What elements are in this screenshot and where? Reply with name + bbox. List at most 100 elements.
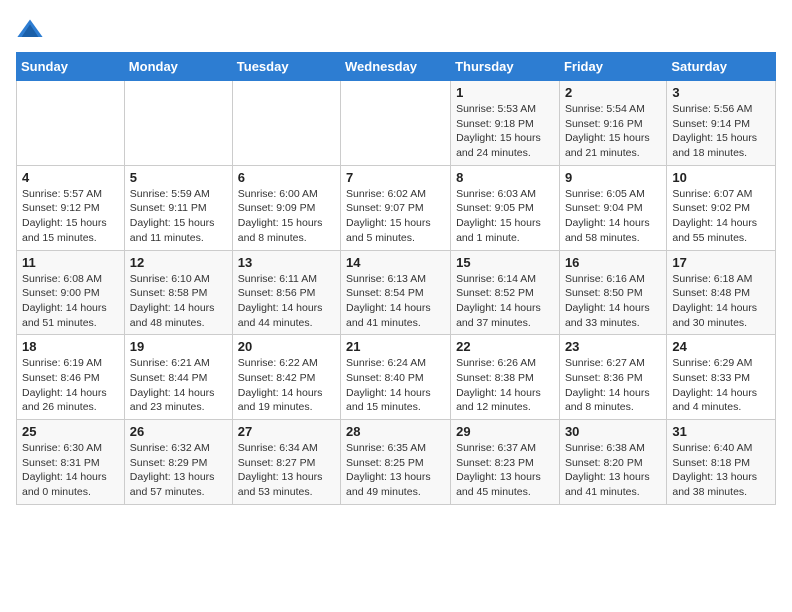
day-info: Sunrise: 6:38 AM Sunset: 8:20 PM Dayligh…: [565, 441, 661, 500]
week-row-1: 1 Sunrise: 5:53 AM Sunset: 9:18 PM Daylig…: [17, 81, 776, 166]
day-info: Sunrise: 6:22 AM Sunset: 8:42 PM Dayligh…: [238, 356, 335, 415]
weekday-header-saturday: Saturday: [667, 53, 776, 81]
weekday-header-monday: Monday: [124, 53, 232, 81]
day-cell: 25Sunrise: 6:30 AM Sunset: 8:31 PM Dayli…: [17, 420, 125, 505]
day-info: Sunrise: 6:37 AM Sunset: 8:23 PM Dayligh…: [456, 441, 554, 500]
day-cell: 26 Sunrise: 6:32 AM Sunset: 8:29 PM Dayli…: [124, 420, 232, 505]
day-number: 26: [130, 424, 227, 439]
day-info: Sunrise: 6:32 AM Sunset: 8:29 PM Dayligh…: [130, 441, 227, 500]
day-number: 10: [672, 170, 770, 185]
day-info: Sunrise: 5:53 AM Sunset: 9:18 PM Dayligh…: [456, 102, 554, 161]
day-info: Sunrise: 6:11 AM Sunset: 8:56 PM Dayligh…: [238, 272, 335, 331]
day-info: Sunrise: 6:21 AM Sunset: 8:44 PM Dayligh…: [130, 356, 227, 415]
day-cell: 27 Sunrise: 6:34 AM Sunset: 8:27 PM Dayli…: [232, 420, 340, 505]
week-row-4: 18 Sunrise: 6:19 AM Sunset: 8:46 PM Dayli…: [17, 335, 776, 420]
day-info: Sunrise: 6:24 AM Sunset: 8:40 PM Dayligh…: [346, 356, 445, 415]
day-info: Sunrise: 6:26 AM Sunset: 8:38 PM Dayligh…: [456, 356, 554, 415]
day-info: Sunrise: 6:35 AM Sunset: 8:25 PM Dayligh…: [346, 441, 445, 500]
day-number: 19: [130, 339, 227, 354]
weekday-header-row: SundayMondayTuesdayWednesdayThursdayFrid…: [17, 53, 776, 81]
day-cell: 21 Sunrise: 6:24 AM Sunset: 8:40 PM Dayli…: [341, 335, 451, 420]
day-number: 14: [346, 255, 445, 270]
day-number: 4: [22, 170, 119, 185]
day-cell: 9 Sunrise: 6:05 AM Sunset: 9:04 PM Daylig…: [559, 165, 666, 250]
day-number: 20: [238, 339, 335, 354]
day-info: Sunrise: 6:30 AM Sunset: 8:31 PM Dayligh…: [22, 441, 119, 500]
day-info: Sunrise: 6:13 AM Sunset: 8:54 PM Dayligh…: [346, 272, 445, 331]
day-number: 12: [130, 255, 227, 270]
day-cell: 13 Sunrise: 6:11 AM Sunset: 8:56 PM Dayli…: [232, 250, 340, 335]
day-number: 31: [672, 424, 770, 439]
day-info: Sunrise: 5:57 AM Sunset: 9:12 PM Dayligh…: [22, 187, 119, 246]
day-number: 7: [346, 170, 445, 185]
day-info: Sunrise: 5:54 AM Sunset: 9:16 PM Dayligh…: [565, 102, 661, 161]
day-number: 21: [346, 339, 445, 354]
day-number: 8: [456, 170, 554, 185]
day-info: Sunrise: 6:19 AM Sunset: 8:46 PM Dayligh…: [22, 356, 119, 415]
day-info: Sunrise: 6:27 AM Sunset: 8:36 PM Dayligh…: [565, 356, 661, 415]
day-info: Sunrise: 6:08 AM Sunset: 9:00 PM Dayligh…: [22, 272, 119, 331]
day-cell: 24Sunrise: 6:29 AM Sunset: 8:33 PM Dayli…: [667, 335, 776, 420]
day-number: 27: [238, 424, 335, 439]
day-info: Sunrise: 6:40 AM Sunset: 8:18 PM Dayligh…: [672, 441, 770, 500]
day-number: 5: [130, 170, 227, 185]
day-cell: 2 Sunrise: 5:54 AM Sunset: 9:16 PM Daylig…: [559, 81, 666, 166]
day-cell: 3 Sunrise: 5:56 AM Sunset: 9:14 PM Daylig…: [667, 81, 776, 166]
page-header: [16, 16, 776, 44]
day-number: 22: [456, 339, 554, 354]
day-number: 24: [672, 339, 770, 354]
week-row-3: 11 Sunrise: 6:08 AM Sunset: 9:00 PM Dayli…: [17, 250, 776, 335]
day-info: Sunrise: 6:07 AM Sunset: 9:02 PM Dayligh…: [672, 187, 770, 246]
weekday-header-friday: Friday: [559, 53, 666, 81]
day-number: 9: [565, 170, 661, 185]
day-info: Sunrise: 6:34 AM Sunset: 8:27 PM Dayligh…: [238, 441, 335, 500]
day-cell: 11 Sunrise: 6:08 AM Sunset: 9:00 PM Dayli…: [17, 250, 125, 335]
day-info: Sunrise: 6:00 AM Sunset: 9:09 PM Dayligh…: [238, 187, 335, 246]
weekday-header-sunday: Sunday: [17, 53, 125, 81]
day-cell: 18 Sunrise: 6:19 AM Sunset: 8:46 PM Dayli…: [17, 335, 125, 420]
day-cell: [17, 81, 125, 166]
day-number: 17: [672, 255, 770, 270]
day-cell: 16 Sunrise: 6:16 AM Sunset: 8:50 PM Dayli…: [559, 250, 666, 335]
day-info: Sunrise: 6:14 AM Sunset: 8:52 PM Dayligh…: [456, 272, 554, 331]
day-info: Sunrise: 6:05 AM Sunset: 9:04 PM Dayligh…: [565, 187, 661, 246]
day-cell: [232, 81, 340, 166]
day-info: Sunrise: 6:02 AM Sunset: 9:07 PM Dayligh…: [346, 187, 445, 246]
day-cell: 20 Sunrise: 6:22 AM Sunset: 8:42 PM Dayli…: [232, 335, 340, 420]
day-info: Sunrise: 6:03 AM Sunset: 9:05 PM Dayligh…: [456, 187, 554, 246]
day-number: 2: [565, 85, 661, 100]
day-info: Sunrise: 5:56 AM Sunset: 9:14 PM Dayligh…: [672, 102, 770, 161]
day-number: 23: [565, 339, 661, 354]
day-number: 3: [672, 85, 770, 100]
day-number: 16: [565, 255, 661, 270]
day-number: 11: [22, 255, 119, 270]
weekday-header-wednesday: Wednesday: [341, 53, 451, 81]
day-number: 6: [238, 170, 335, 185]
day-number: 28: [346, 424, 445, 439]
day-cell: 29Sunrise: 6:37 AM Sunset: 8:23 PM Dayli…: [451, 420, 560, 505]
day-cell: 7 Sunrise: 6:02 AM Sunset: 9:07 PM Daylig…: [341, 165, 451, 250]
day-cell: 5 Sunrise: 5:59 AM Sunset: 9:11 PM Daylig…: [124, 165, 232, 250]
day-info: Sunrise: 6:18 AM Sunset: 8:48 PM Dayligh…: [672, 272, 770, 331]
day-cell: 12 Sunrise: 6:10 AM Sunset: 8:58 PM Dayli…: [124, 250, 232, 335]
day-info: Sunrise: 5:59 AM Sunset: 9:11 PM Dayligh…: [130, 187, 227, 246]
day-cell: 30Sunrise: 6:38 AM Sunset: 8:20 PM Dayli…: [559, 420, 666, 505]
day-info: Sunrise: 6:16 AM Sunset: 8:50 PM Dayligh…: [565, 272, 661, 331]
week-row-5: 25Sunrise: 6:30 AM Sunset: 8:31 PM Dayli…: [17, 420, 776, 505]
day-cell: [124, 81, 232, 166]
day-cell: 17 Sunrise: 6:18 AM Sunset: 8:48 PM Dayli…: [667, 250, 776, 335]
week-row-2: 4 Sunrise: 5:57 AM Sunset: 9:12 PM Daylig…: [17, 165, 776, 250]
day-number: 1: [456, 85, 554, 100]
day-cell: 14 Sunrise: 6:13 AM Sunset: 8:54 PM Dayli…: [341, 250, 451, 335]
day-cell: 19 Sunrise: 6:21 AM Sunset: 8:44 PM Dayli…: [124, 335, 232, 420]
day-info: Sunrise: 6:10 AM Sunset: 8:58 PM Dayligh…: [130, 272, 227, 331]
day-cell: 28 Sunrise: 6:35 AM Sunset: 8:25 PM Dayli…: [341, 420, 451, 505]
day-cell: 31 Sunrise: 6:40 AM Sunset: 8:18 PM Dayli…: [667, 420, 776, 505]
day-number: 18: [22, 339, 119, 354]
day-number: 13: [238, 255, 335, 270]
day-cell: 4 Sunrise: 5:57 AM Sunset: 9:12 PM Daylig…: [17, 165, 125, 250]
logo: [16, 16, 48, 44]
weekday-header-thursday: Thursday: [451, 53, 560, 81]
logo-icon: [16, 16, 44, 44]
day-cell: 22 Sunrise: 6:26 AM Sunset: 8:38 PM Dayli…: [451, 335, 560, 420]
